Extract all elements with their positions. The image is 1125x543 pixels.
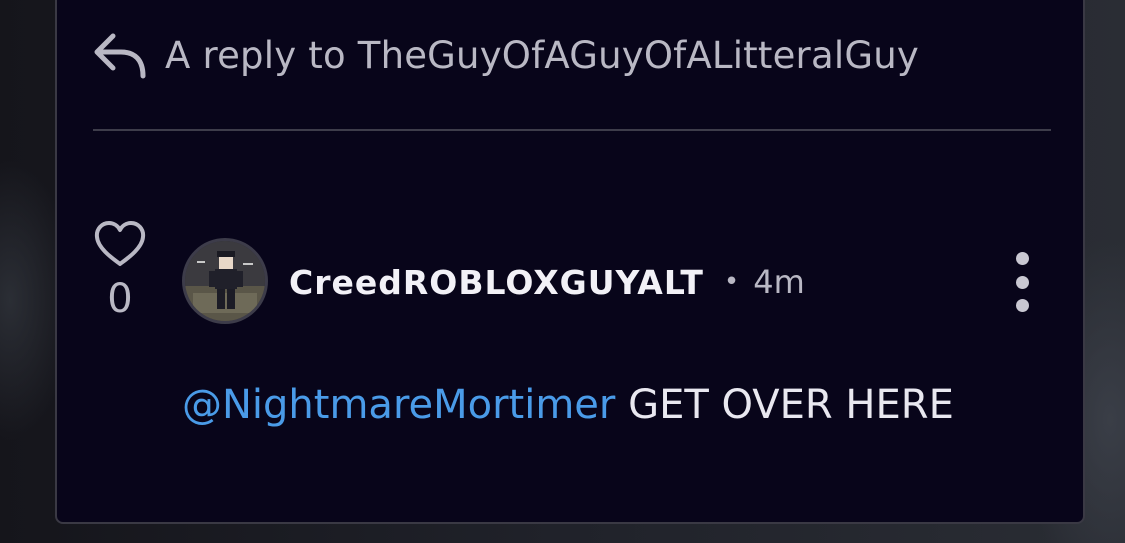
like-count: 0 (107, 276, 133, 322)
comment-header: CreedROBLOXGUYALT • 4m (289, 260, 805, 304)
reply-arrow-icon (93, 30, 149, 80)
reply-to-label: A reply to TheGuyOfAGuyOfALitteralGuy (165, 33, 919, 77)
more-vertical-icon (1015, 299, 1029, 312)
heart-outline-icon[interactable] (91, 220, 149, 272)
reply-context[interactable]: A reply to TheGuyOfAGuyOfALitteralGuy (93, 30, 919, 80)
comment-card: A reply to TheGuyOfAGuyOfALitteralGuy 0 (55, 0, 1085, 524)
divider (93, 129, 1051, 131)
more-options-button[interactable] (1007, 252, 1037, 312)
more-vertical-icon (1015, 275, 1029, 289)
username[interactable]: CreedROBLOXGUYALT (289, 263, 704, 302)
comment-text: GET OVER HERE (628, 382, 954, 428)
mention-link[interactable]: @NightmareMortimer (182, 382, 615, 428)
separator-dot: • (723, 267, 740, 297)
more-vertical-icon (1015, 252, 1029, 265)
timestamp: 4m (753, 263, 805, 301)
comment-body: @NightmareMortimer GET OVER HERE (182, 382, 954, 428)
like-control: 0 (91, 220, 149, 322)
avatar[interactable] (182, 238, 268, 324)
